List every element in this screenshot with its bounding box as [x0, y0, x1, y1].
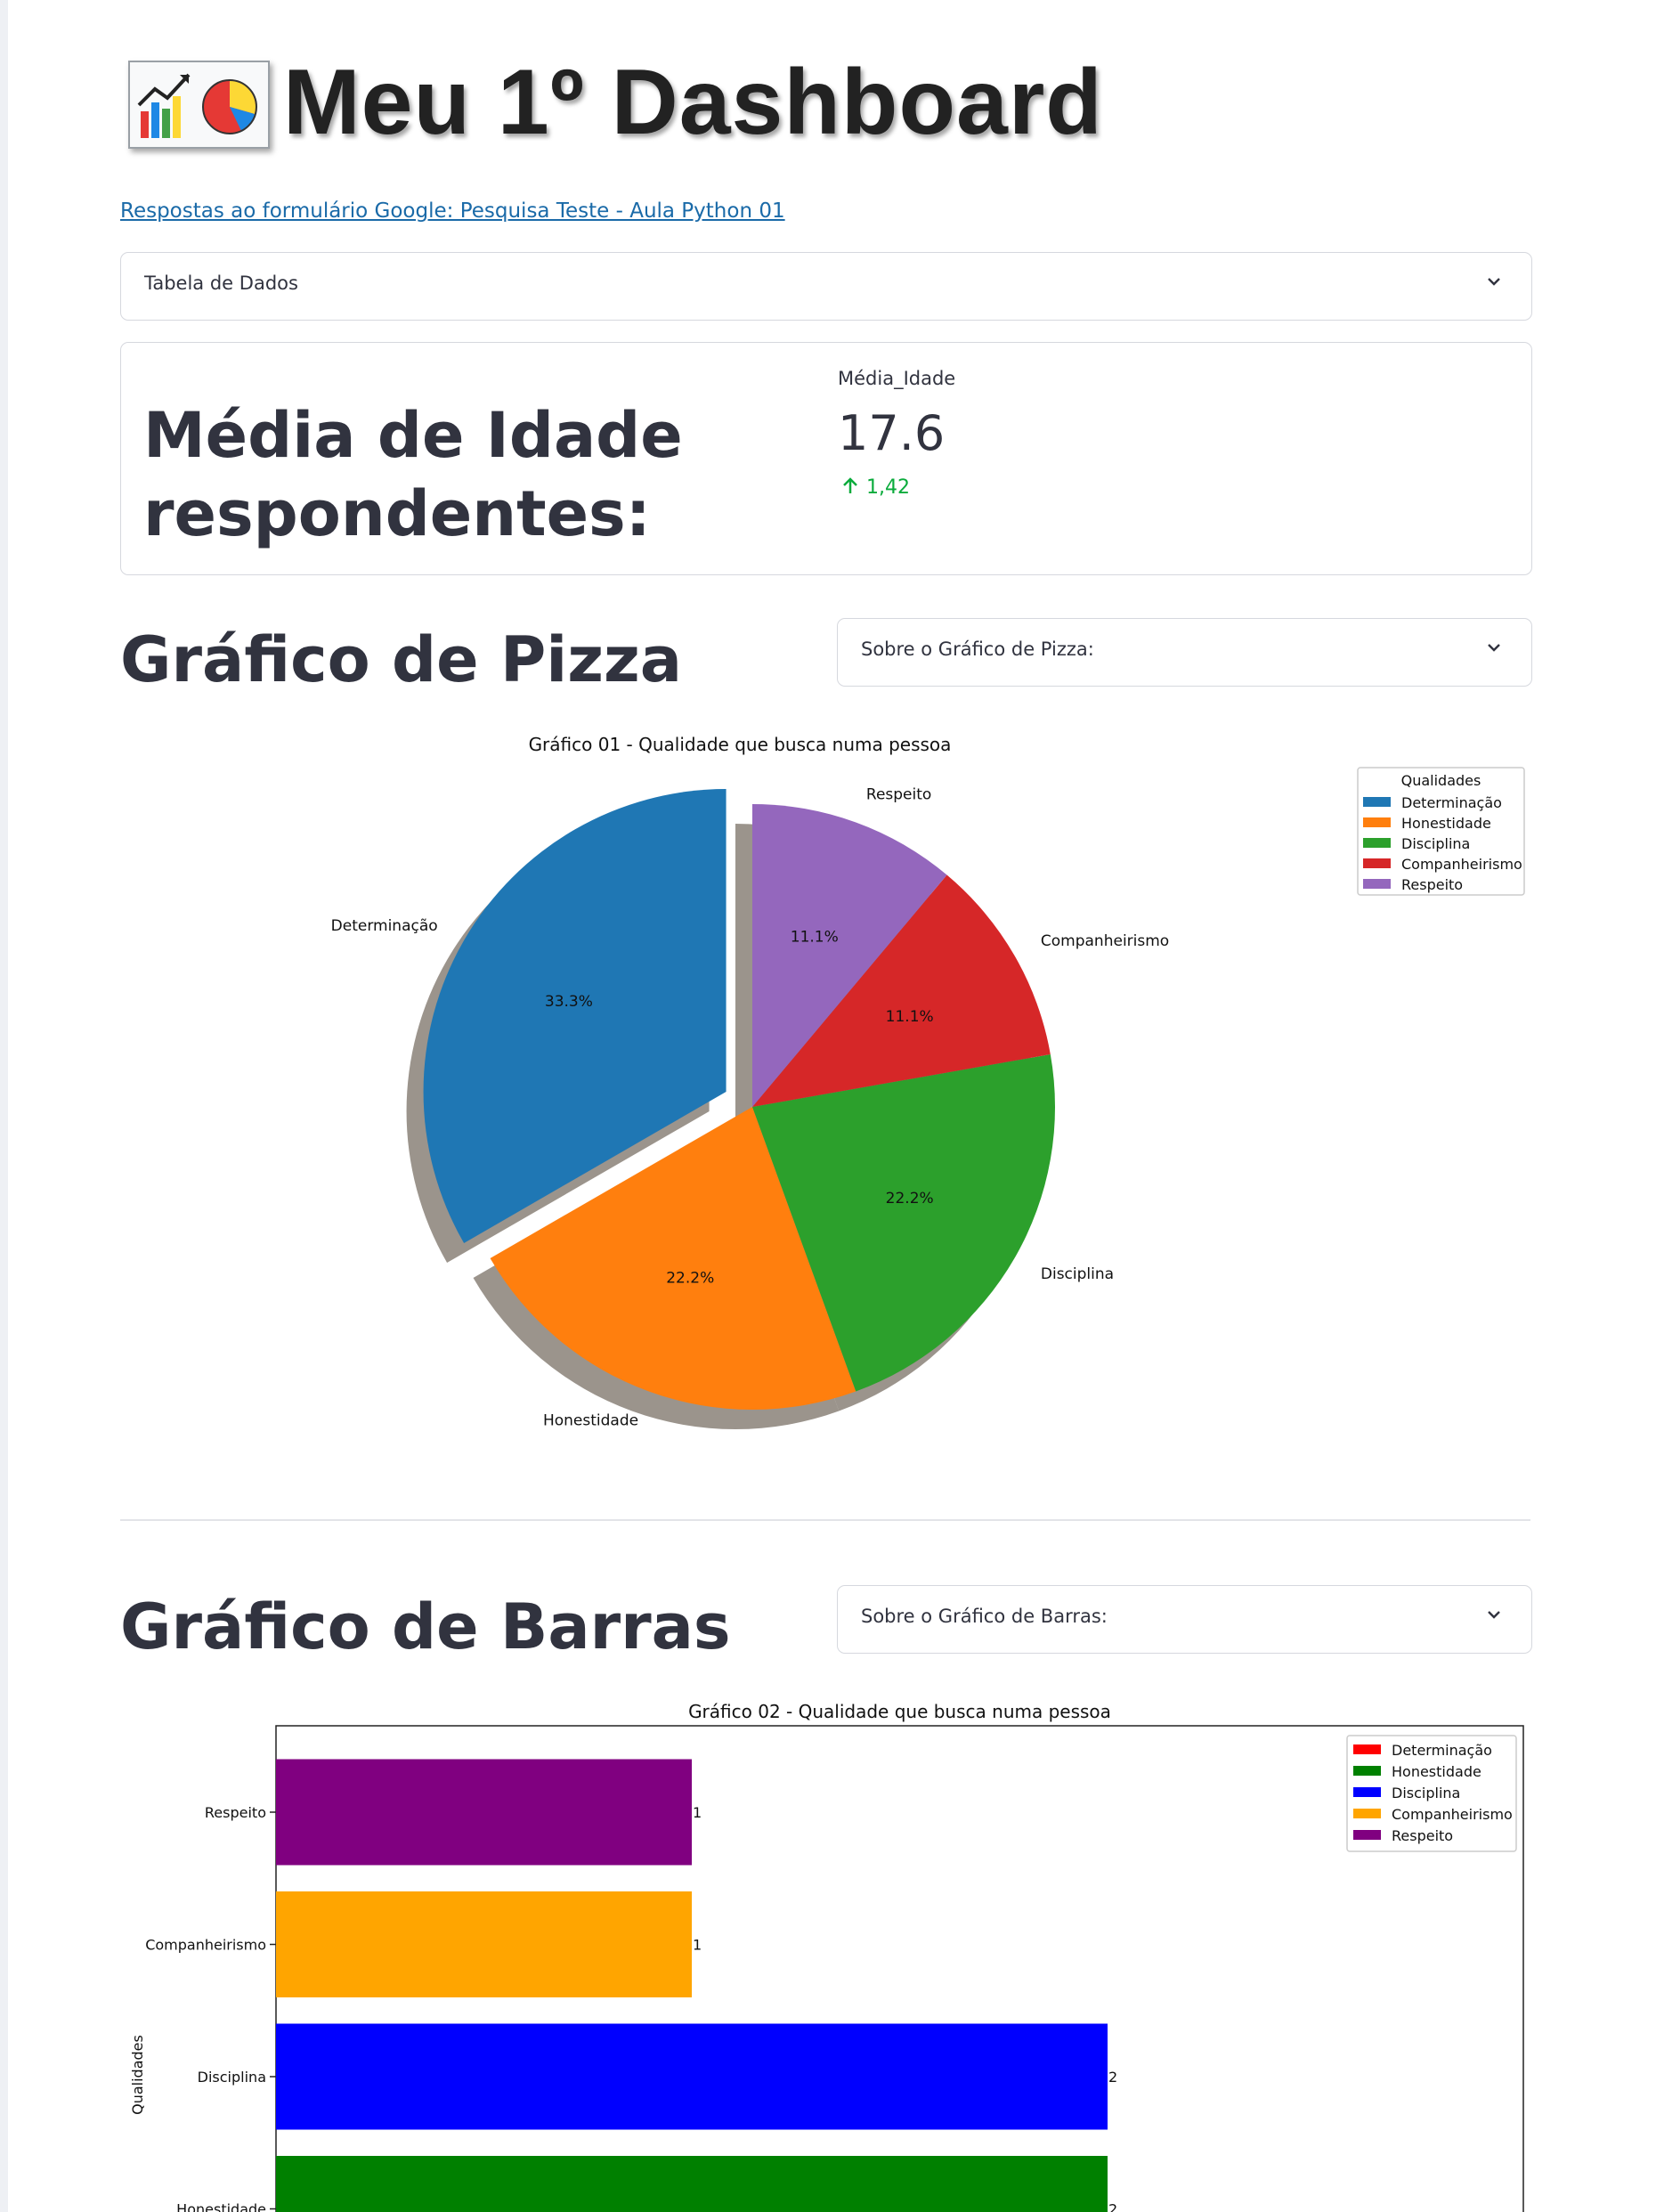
bar-tick-label: Companheirismo: [145, 1937, 266, 1954]
pie-slice-pct: 11.1%: [886, 1008, 934, 1026]
pie-slice-label: Disciplina: [1041, 1265, 1114, 1283]
pie-legend-swatch: [1363, 858, 1391, 868]
pie-legend-label: Disciplina: [1401, 835, 1470, 852]
pie-slice-label: Companheirismo: [1041, 932, 1169, 950]
bar: [276, 2023, 1108, 2130]
bar-info-expander[interactable]: Sobre o Gráfico de Barras:: [837, 1585, 1532, 1654]
pie-legend-label: Honestidade: [1401, 815, 1491, 832]
bar-legend-swatch: [1353, 1787, 1381, 1797]
bar-tick-label: Respeito: [205, 1804, 266, 1821]
bar: [276, 1891, 692, 1997]
bar: [276, 1759, 692, 1866]
pie-chart: Gráfico 01 - Qualidade que busca numa pe…: [331, 734, 1525, 1429]
pie-slice-pct: 22.2%: [666, 1270, 714, 1288]
pie-slice-label: Determinação: [331, 917, 438, 935]
bar-legend-swatch: [1353, 1809, 1381, 1818]
pie-slice-label: Respeito: [866, 786, 931, 804]
pie-legend-swatch: [1363, 817, 1391, 827]
pie-slice-label: Honestidade: [543, 1411, 638, 1429]
pie-slice-pct: 33.3%: [545, 993, 593, 1011]
bar: [276, 2156, 1108, 2212]
bar-legend-label: Disciplina: [1392, 1785, 1460, 1801]
bar-legend-swatch: [1353, 1744, 1381, 1754]
chevron-down-icon: [1488, 1611, 1500, 1619]
pie-slice-pct: 22.2%: [886, 1190, 934, 1208]
expander-label: Sobre o Gráfico de Barras:: [861, 1606, 1108, 1627]
bar-chart: Gráfico 02 - Qualidade que busca numa pe…: [129, 1701, 1524, 2212]
bar-tick-label: Honestidade: [176, 2201, 266, 2212]
bar-legend-swatch: [1353, 1766, 1381, 1776]
bar-tick-label: Disciplina: [198, 2069, 266, 2086]
pie-legend-swatch: [1363, 879, 1391, 889]
bar-legend-label: Honestidade: [1392, 1763, 1481, 1780]
bar-title: Gráfico 02 - Qualidade que busca numa pe…: [688, 1701, 1111, 1722]
bar-value-label: 1: [693, 1937, 702, 1954]
pie-slice-pct: 11.1%: [791, 928, 839, 946]
bar-value-label: 1: [693, 1804, 702, 1821]
bar-legend-swatch: [1353, 1830, 1381, 1840]
bar-legend-label: Determinação: [1392, 1742, 1492, 1759]
pie-legend-swatch: [1363, 838, 1391, 848]
pie-title: Gráfico 01 - Qualidade que busca numa pe…: [529, 734, 952, 755]
bar-legend-label: Companheirismo: [1392, 1806, 1513, 1823]
pie-legend-swatch: [1363, 797, 1391, 807]
pie-legend-label: Companheirismo: [1401, 856, 1522, 873]
bar-legend-label: Respeito: [1392, 1827, 1453, 1844]
pie-legend-title: Qualidades: [1401, 772, 1481, 789]
bar-section-title: Gráfico de Barras: [120, 1590, 731, 1663]
bar-ylabel: Qualidades: [129, 2035, 146, 2115]
section-divider: [120, 1519, 1530, 1521]
pie-legend-label: Respeito: [1401, 876, 1463, 893]
bar-value-label: 2: [1108, 2069, 1117, 2086]
bar-value-label: 2: [1108, 2201, 1117, 2212]
pie-legend-label: Determinação: [1401, 794, 1502, 811]
